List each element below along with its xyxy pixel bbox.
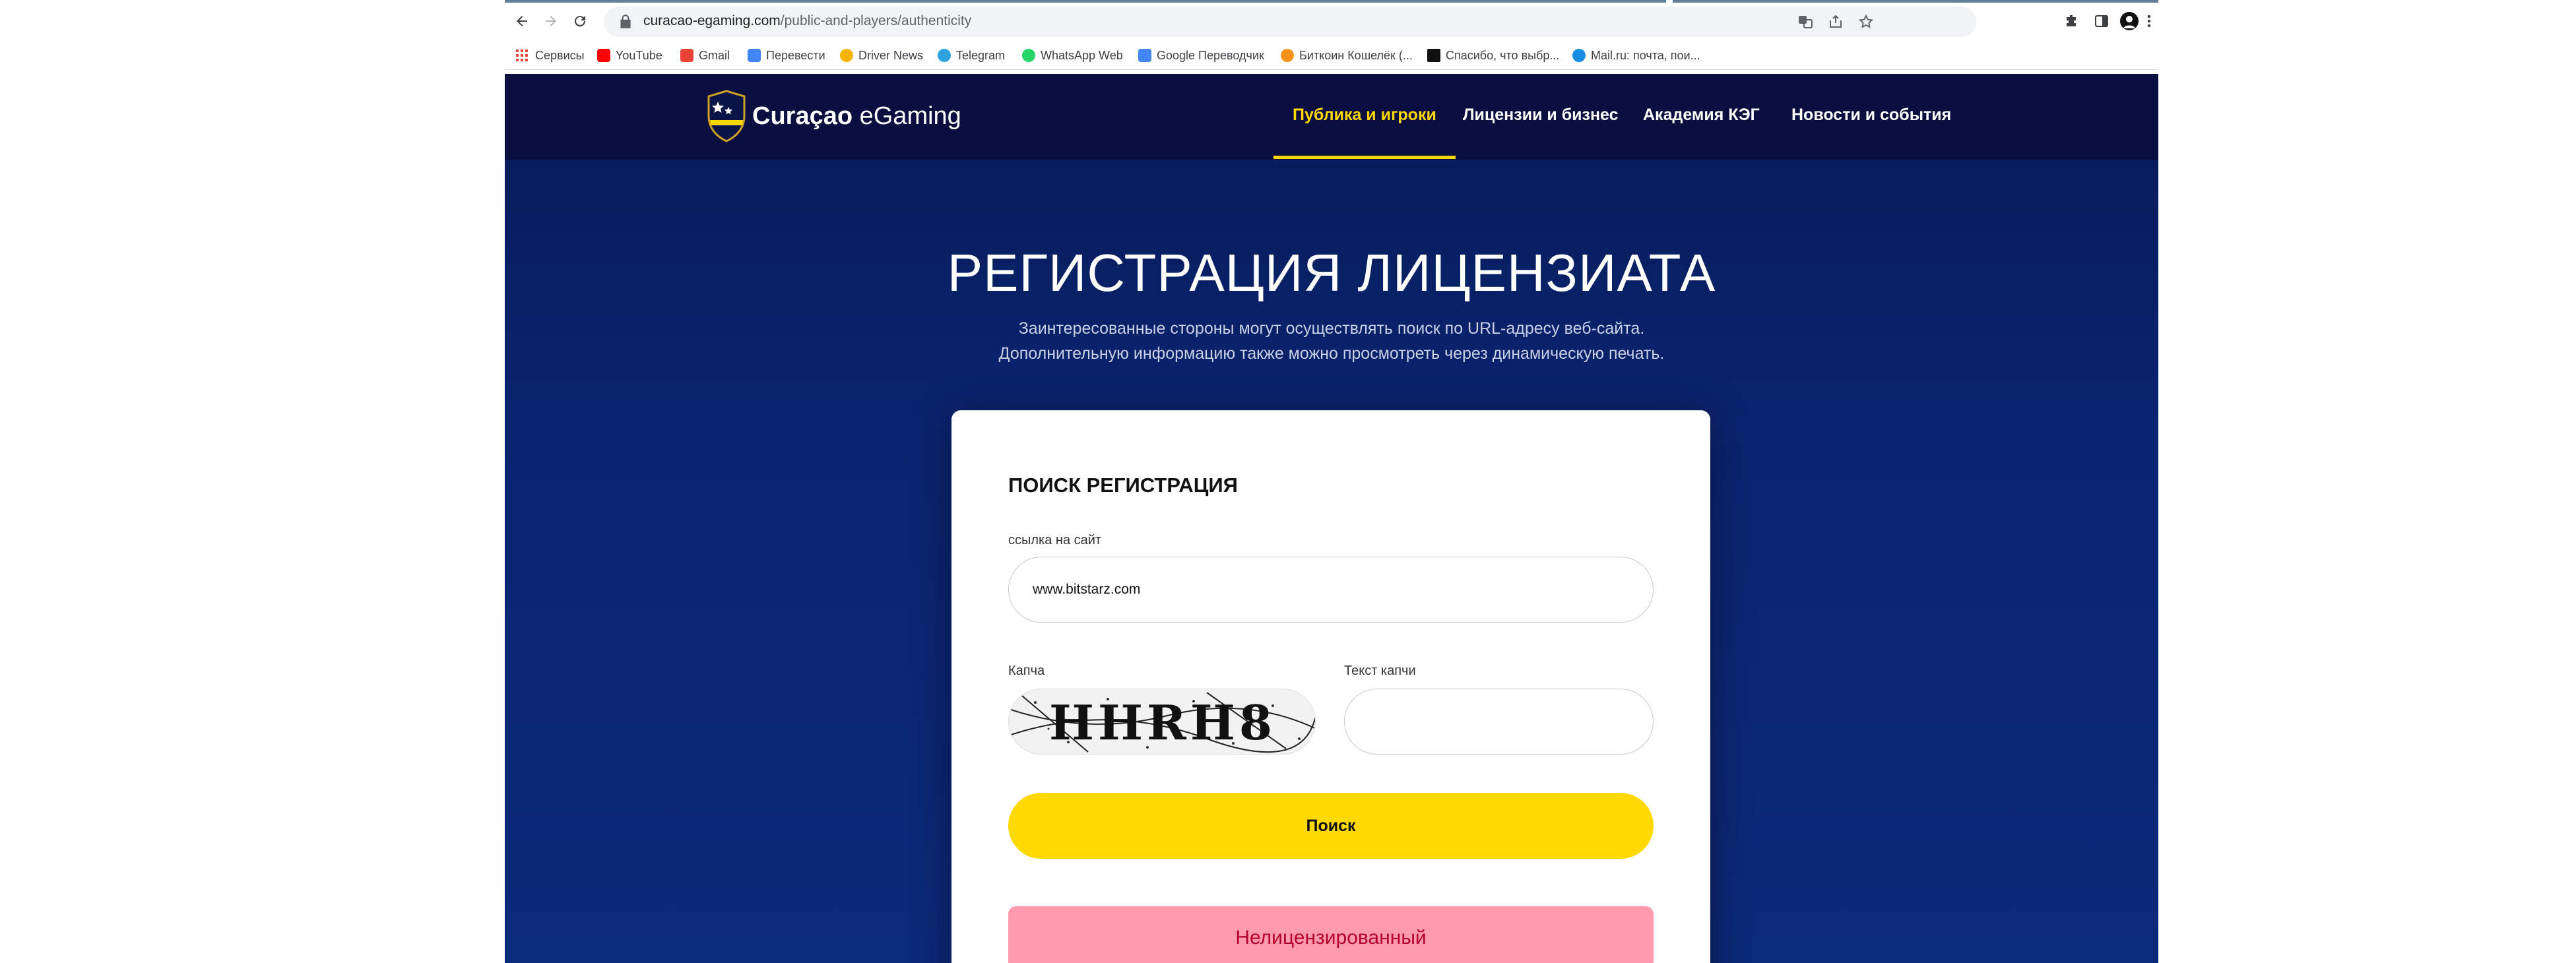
bookmark-thanks[interactable]: Спасибо, что выбр... xyxy=(1427,46,1559,65)
bookmark-label: Сервисы xyxy=(535,48,585,62)
nav-news-and-events[interactable]: Новости и события xyxy=(1791,106,1951,125)
forward-button[interactable] xyxy=(539,9,563,33)
driver-news-icon xyxy=(840,49,853,62)
url-host: curacao-egaming.com xyxy=(643,13,781,28)
bitcoin-icon xyxy=(1281,49,1294,62)
translate-page-icon[interactable] xyxy=(1795,12,1815,32)
captcha-text-label: Текст капчи xyxy=(1344,664,1416,678)
bookmark-google-translator[interactable]: Google Переводчик xyxy=(1138,46,1264,65)
mailru-icon xyxy=(1572,49,1586,62)
bookmark-label: Driver News xyxy=(858,48,924,62)
captcha-label: Капча xyxy=(1008,664,1045,678)
back-button[interactable] xyxy=(510,9,534,33)
bookmark-label: YouTube xyxy=(616,48,662,62)
address-bar-row: curacao-egaming.com/public-and-players/a… xyxy=(505,3,2158,41)
reload-icon xyxy=(575,16,586,27)
menu-kebab-icon[interactable] xyxy=(2142,11,2156,32)
bookmark-driver-news[interactable]: Driver News xyxy=(840,46,923,65)
bookmark-telegram[interactable]: Telegram xyxy=(938,46,1005,65)
side-panel-icon[interactable] xyxy=(2091,11,2112,32)
lock-icon xyxy=(620,15,631,28)
bookmark-label: Telegram xyxy=(956,48,1006,62)
website-page: Curaçao eGaming Публика и игроки Лицензи… xyxy=(505,74,2158,963)
youtube-icon xyxy=(597,49,610,62)
browser-window: curacao-egaming.com/public-and-players/a… xyxy=(505,0,2158,963)
bookmark-mailru[interactable]: Mail.ru: почта, пои... xyxy=(1572,46,1700,65)
bookmark-star-icon[interactable] xyxy=(1856,12,1876,32)
nav-licenses-and-business[interactable]: Лицензии и бизнес xyxy=(1463,106,1619,125)
bookmark-label: WhatsApp Web xyxy=(1041,48,1123,62)
nav-public-and-players[interactable]: Публика и игроки xyxy=(1293,106,1436,125)
extensions-puzzle-icon[interactable] xyxy=(2061,11,2082,32)
captcha-text-input[interactable] xyxy=(1344,689,1654,755)
url-text: curacao-egaming.com/public-and-players/a… xyxy=(643,13,971,29)
logo-text-bold: Curaçao xyxy=(752,102,853,130)
logo-text: Curaçao eGaming xyxy=(752,102,961,131)
bookmark-label: Gmail xyxy=(699,48,730,62)
hero-title: РЕГИСТРАЦИЯ ЛИЦЕНЗИАТА xyxy=(947,243,1716,302)
hero-subtitle-line-1: Заинтересованные стороны могут осуществл… xyxy=(1018,319,1645,338)
bookmarks-bar: Сервисы YouTube Gmail Перевести Driver N… xyxy=(505,41,2158,70)
omnibox[interactable]: curacao-egaming.com/public-and-players/a… xyxy=(604,7,1976,37)
bookmark-label: Google Переводчик xyxy=(1157,48,1264,62)
profile-avatar-icon[interactable] xyxy=(2119,11,2140,32)
result-status-banner: Нелицензированный xyxy=(1008,906,1654,963)
captcha-graphic: HHRH8 xyxy=(1009,689,1315,754)
url-path: /public-and-players/authenticity xyxy=(780,13,972,28)
active-nav-underline xyxy=(1273,156,1456,159)
gmail-icon xyxy=(680,49,693,62)
thanks-site-icon xyxy=(1427,49,1440,62)
site-header: Curaçao eGaming Публика и игроки Лицензи… xyxy=(505,74,2158,160)
bookmark-label: Биткоин Кошелёк (... xyxy=(1299,48,1413,62)
bookmark-services[interactable]: Сервисы xyxy=(515,46,585,65)
bookmark-label: Mail.ru: почта, пои... xyxy=(1591,48,1700,62)
back-arrow-icon xyxy=(517,16,527,26)
card-title: ПОИСК РЕГИСТРАЦИЯ xyxy=(1008,474,1238,497)
hero-subtitle-line-2: Дополнительную информацию также можно пр… xyxy=(998,344,1665,363)
bookmark-youtube[interactable]: YouTube xyxy=(597,46,662,65)
bookmark-whatsapp[interactable]: WhatsApp Web xyxy=(1022,46,1123,65)
google-translate-icon xyxy=(1138,49,1151,62)
google-translate-icon xyxy=(748,49,761,62)
bookmark-translate[interactable]: Перевести xyxy=(748,46,825,65)
forward-arrow-icon xyxy=(546,16,556,26)
result-status-text: Нелицензированный xyxy=(1235,927,1427,948)
bookmark-gmail[interactable]: Gmail xyxy=(680,46,730,65)
website-url-input[interactable] xyxy=(1008,557,1654,623)
site-logo[interactable]: Curaçao eGaming xyxy=(706,90,961,142)
logo-text-rest: eGaming xyxy=(853,102,961,130)
apps-grid-icon xyxy=(516,49,528,61)
share-icon[interactable] xyxy=(1826,12,1846,32)
bookmark-bitcoin-wallet[interactable]: Биткоин Кошелёк (... xyxy=(1281,46,1413,65)
nav-ceg-academy[interactable]: Академия КЭГ xyxy=(1643,106,1760,125)
bookmark-label: Спасибо, что выбр... xyxy=(1446,48,1560,62)
url-field-label: ссылка на сайт xyxy=(1008,533,1102,547)
search-button[interactable]: Поиск xyxy=(1008,793,1654,859)
registration-search-card: ПОИСК РЕГИСТРАЦИЯ ссылка на сайт Капча xyxy=(951,410,1710,963)
captcha-code-text: HHRH8 xyxy=(1049,695,1276,751)
telegram-icon xyxy=(938,49,951,62)
captcha-image[interactable]: HHRH8 xyxy=(1008,689,1316,755)
bookmark-label: Перевести xyxy=(766,48,825,62)
whatsapp-icon xyxy=(1022,49,1035,62)
reload-button[interactable] xyxy=(568,9,592,33)
curacao-shield-icon xyxy=(707,90,746,142)
